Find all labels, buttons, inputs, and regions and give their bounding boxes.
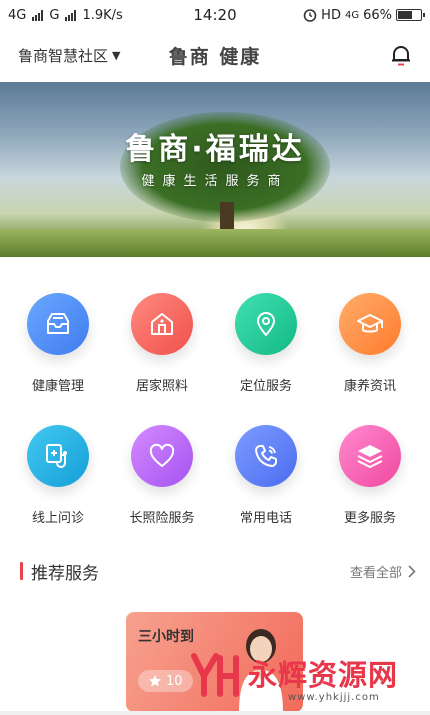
service-icon-bg [131, 425, 193, 487]
app-header: 鲁商智慧社区 ▼ 鲁商 健康 [0, 30, 430, 80]
recommend-header: 推荐服务 查看全部 [20, 558, 416, 584]
tray-icon [47, 313, 69, 334]
banner-ground [0, 229, 430, 257]
service-icon-bg [339, 425, 401, 487]
banner[interactable]: 鲁商·福瑞达 健康生活服务商 [0, 82, 430, 257]
recommend-accent-bar [20, 562, 23, 580]
service-wellness-news[interactable]: 康养资讯 [316, 293, 424, 394]
view-all-link[interactable]: 查看全部 [350, 562, 416, 581]
service-online-consult[interactable]: 线上问诊 [4, 425, 112, 526]
recommend-card-title: 三小时到 [138, 629, 194, 645]
view-all-label: 查看全部 [349, 565, 402, 581]
service-label: 健康管理 [31, 379, 84, 394]
hd-label: HD [321, 7, 341, 23]
service-common-phone[interactable]: 常用电话 [212, 425, 320, 526]
home-icon [151, 313, 173, 335]
alarm-icon [303, 9, 317, 22]
battery-fill [398, 11, 412, 19]
network-type-2: G [49, 7, 60, 23]
service-label: 康养资讯 [343, 379, 396, 394]
service-ltc-insurance[interactable]: 长照险服务 [108, 425, 216, 526]
recommend-card-badge: 10 [138, 670, 193, 692]
graduation-cap-icon [357, 314, 383, 333]
service-label: 常用电话 [239, 511, 292, 526]
network-speed: 1.9K/s [82, 7, 123, 23]
service-label: 居家照料 [135, 379, 188, 394]
status-bar: 4G G 1.9K/s 14:20 HD 4G 66% [0, 0, 430, 30]
service-label: 定位服务 [239, 379, 292, 394]
stethoscope-icon [46, 444, 67, 468]
service-more[interactable]: 更多服务 [316, 425, 424, 526]
service-label: 长照险服务 [129, 511, 195, 526]
service-icon-bg [339, 293, 401, 355]
service-location[interactable]: 定位服务 [212, 293, 320, 394]
chevron-right-icon [408, 564, 416, 578]
star-icon [149, 675, 161, 687]
recommend-card-count: 10 [166, 673, 183, 689]
layers-icon [357, 445, 383, 468]
recommend-title: 推荐服务 [20, 559, 99, 584]
service-label: 更多服务 [343, 511, 396, 526]
community-name: 鲁商智慧社区 [18, 46, 109, 65]
bottom-nav-edge [0, 711, 430, 715]
bell-icon[interactable] [388, 42, 414, 68]
network-type-3: 4G [344, 9, 360, 21]
watermark-text: 永辉资源网 [248, 658, 399, 692]
service-icon-bg [235, 425, 297, 487]
service-icon-bg [27, 293, 89, 355]
caret-down-icon: ▼ [112, 48, 121, 62]
status-left: 4G G 1.9K/s [8, 8, 123, 23]
network-type-1: 4G [8, 7, 27, 23]
service-icon-bg [27, 425, 89, 487]
watermark: 永辉资源网 www.yhkjjj.com [190, 650, 430, 715]
service-icon-bg [131, 293, 193, 355]
location-pin-icon [257, 312, 275, 336]
watermark-url: www.yhkjjj.com [288, 692, 380, 703]
banner-title: 鲁商·福瑞达 [125, 132, 305, 167]
community-selector[interactable]: 鲁商智慧社区 ▼ [18, 45, 120, 66]
recommend-title-text: 推荐服务 [31, 563, 99, 584]
heart-icon [149, 443, 175, 467]
battery-icon [396, 9, 425, 21]
brand-logo: 鲁商 健康 [168, 45, 262, 68]
service-label: 线上问诊 [31, 511, 84, 526]
status-time: 14:20 [193, 6, 237, 24]
service-icon-bg [235, 293, 297, 355]
service-health-management[interactable]: 健康管理 [4, 293, 112, 394]
banner-subtitle: 健康生活服务商 [141, 174, 289, 189]
watermark-logo-icon [191, 653, 239, 697]
service-home-care[interactable]: 居家照料 [108, 293, 216, 394]
status-right: HD 4G 66% [303, 7, 425, 23]
phone-icon [255, 445, 277, 467]
battery-percent: 66% [363, 7, 392, 23]
signal-icon-2 [65, 9, 77, 21]
signal-icon [32, 9, 44, 21]
